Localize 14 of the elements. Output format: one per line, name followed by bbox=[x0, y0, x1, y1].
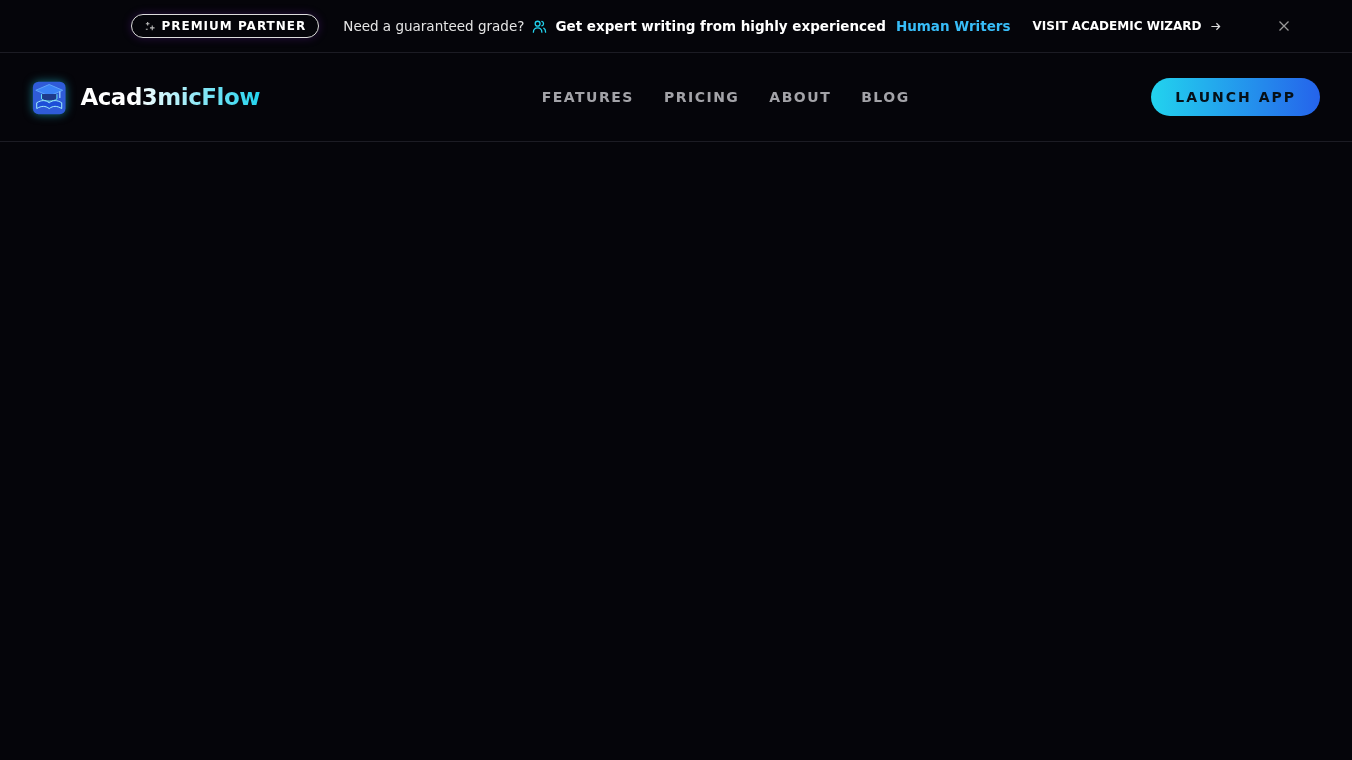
launch-app-button[interactable]: LAUNCH APP bbox=[1151, 78, 1320, 116]
close-icon bbox=[1278, 20, 1290, 32]
sparkle-icon bbox=[144, 20, 156, 32]
human-writers-link[interactable]: Human Writers bbox=[895, 18, 1011, 34]
nav-link[interactable]: PRICING bbox=[663, 89, 740, 105]
nav-link[interactable]: FEATURES bbox=[541, 89, 634, 105]
badge-label: PREMIUM PARTNER bbox=[161, 19, 307, 33]
nav-link[interactable]: BLOG bbox=[861, 89, 910, 105]
arrow-right-icon bbox=[1209, 20, 1221, 32]
users-icon bbox=[532, 18, 548, 34]
nav-link[interactable]: ABOUT bbox=[769, 89, 832, 105]
banner-question: Need a guaranteed grade? bbox=[343, 18, 525, 34]
visit-link[interactable]: VISIT ACADEMIC WIZARD bbox=[1032, 19, 1221, 33]
banner-pitch: Get expert writing from highly experienced bbox=[555, 18, 886, 34]
